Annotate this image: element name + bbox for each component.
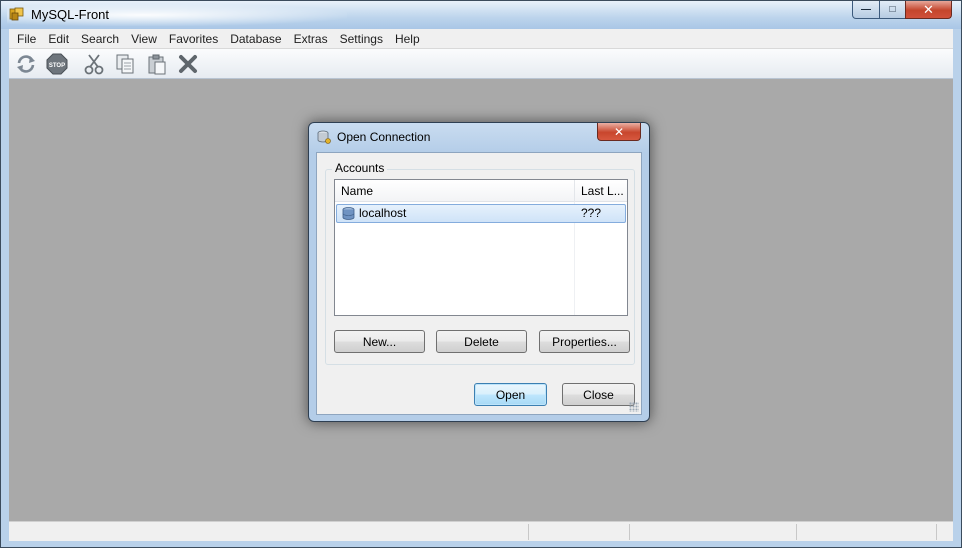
stop-icon: STOP — [46, 53, 68, 75]
toolbar: STOP — [9, 49, 953, 79]
status-pane-3 — [796, 524, 797, 540]
account-properties-button[interactable]: Properties... — [539, 330, 630, 353]
dialog-client-area: Accounts Name Last L... localhost ??? Ne… — [316, 152, 642, 415]
close-window-button[interactable]: ✕ — [905, 1, 952, 19]
menu-settings[interactable]: Settings — [334, 29, 389, 49]
account-name: localhost — [359, 206, 407, 220]
status-pane-2 — [629, 524, 630, 540]
mysql-front-app-icon — [9, 7, 24, 21]
column-header-last-login[interactable]: Last L... — [575, 180, 627, 202]
menu-edit[interactable]: Edit — [42, 29, 75, 49]
title-bar[interactable]: MySQL-Front — □ ✕ — [1, 1, 961, 29]
open-connection-dialog: Open Connection ✕ Accounts Name Last L..… — [308, 122, 650, 422]
menu-extras[interactable]: Extras — [288, 29, 334, 49]
status-bar — [9, 521, 953, 541]
close-icon: ✕ — [613, 124, 625, 139]
refresh-icon — [17, 55, 35, 73]
menu-file[interactable]: File — [11, 29, 42, 49]
delete-toolbar-button[interactable] — [175, 52, 201, 76]
maximize-icon: □ — [889, 4, 896, 15]
menu-database[interactable]: Database — [224, 29, 287, 49]
menu-view[interactable]: View — [125, 29, 163, 49]
status-pane-1 — [528, 524, 529, 540]
open-button[interactable]: Open — [474, 383, 547, 406]
delete-account-button[interactable]: Delete — [436, 330, 527, 353]
dialog-close-button[interactable]: ✕ — [597, 123, 641, 141]
resize-grip[interactable] — [629, 402, 639, 412]
close-icon: ✕ — [923, 1, 934, 17]
close-button[interactable]: Close — [562, 383, 635, 406]
database-icon — [342, 207, 355, 220]
cut-icon — [84, 54, 104, 75]
maximize-button[interactable]: □ — [879, 1, 906, 19]
accounts-group: Accounts Name Last L... localhost ??? Ne… — [325, 161, 635, 365]
paste-button[interactable] — [144, 52, 170, 76]
delete-icon — [179, 55, 197, 73]
window-title: MySQL-Front — [31, 7, 110, 22]
menu-help[interactable]: Help — [389, 29, 426, 49]
cut-button[interactable] — [81, 52, 107, 76]
copy-icon — [116, 54, 134, 74]
dialog-title: Open Connection — [337, 130, 431, 144]
menu-bar: File Edit Search View Favorites Database… — [9, 29, 953, 49]
minimize-button[interactable]: — — [852, 1, 880, 19]
minimize-icon: — — [861, 4, 871, 15]
paste-icon — [148, 54, 166, 75]
accounts-group-label: Accounts — [332, 161, 388, 175]
column-header-name[interactable]: Name — [335, 180, 575, 202]
connection-icon — [317, 130, 331, 144]
stop-label: STOP — [49, 63, 65, 69]
menu-favorites[interactable]: Favorites — [163, 29, 224, 49]
stop-button[interactable]: STOP — [44, 52, 70, 76]
list-item[interactable]: localhost ??? — [336, 204, 626, 223]
refresh-button[interactable] — [13, 52, 39, 76]
copy-button[interactable] — [112, 52, 138, 76]
list-header: Name Last L... — [335, 180, 627, 202]
accounts-list[interactable]: Name Last L... localhost ??? — [334, 179, 628, 316]
account-last-login: ??? — [581, 206, 602, 220]
status-pane-4 — [936, 524, 937, 540]
new-account-button[interactable]: New... — [334, 330, 425, 353]
menu-search[interactable]: Search — [75, 29, 125, 49]
